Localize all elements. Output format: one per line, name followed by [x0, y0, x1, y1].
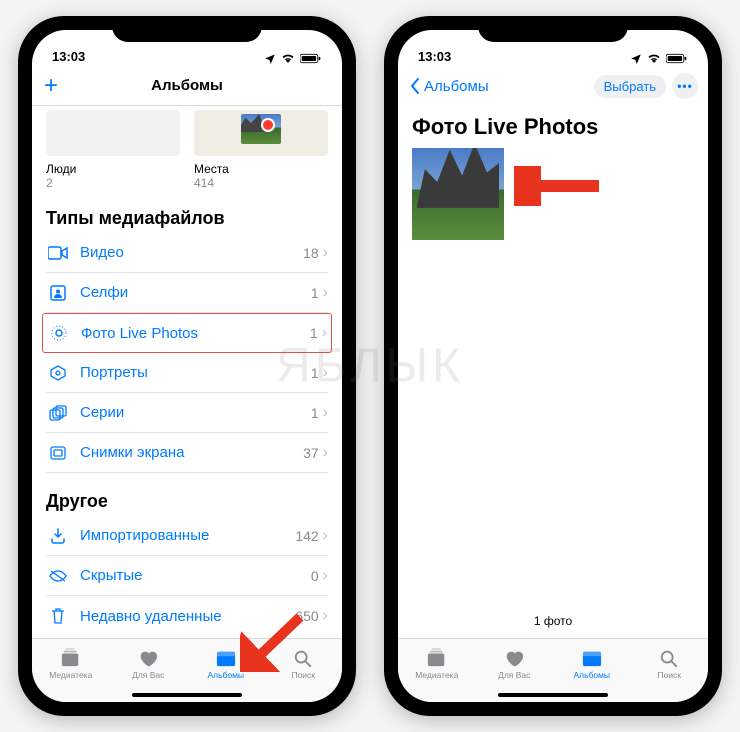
chevron-right-icon: › [323, 527, 328, 545]
photo-thumbnail[interactable] [412, 148, 504, 240]
status-time: 13:03 [418, 49, 451, 64]
chevron-right-icon: › [323, 244, 328, 262]
notch [478, 16, 628, 42]
nav-bar: Альбомы Выбрать ••• [398, 66, 708, 106]
tab-for-you[interactable]: Для Вас [110, 639, 188, 688]
page-title: Альбомы [151, 77, 223, 94]
select-button[interactable]: Выбрать [594, 75, 666, 98]
status-icons [264, 53, 322, 64]
tab-search[interactable]: Поиск [631, 639, 709, 688]
back-button[interactable]: Альбомы [410, 66, 489, 106]
nav-bar: + Альбомы [32, 66, 342, 106]
hidden-icon [46, 569, 70, 583]
status-icons [630, 53, 688, 64]
album-tile-people[interactable]: Люди 2 [46, 110, 180, 190]
search-icon [292, 648, 314, 668]
tab-library[interactable]: Медиатека [32, 639, 110, 688]
album-tile-places[interactable]: Места 414 [194, 110, 328, 190]
phone-right: 13:03 Альбомы Выбрать ••• Фото Live Phot… [384, 16, 722, 716]
row-recently-deleted[interactable]: Недавно удаленные 650 › [46, 596, 328, 636]
people-thumbnail [46, 110, 180, 156]
chevron-right-icon: › [323, 567, 328, 585]
import-icon [46, 528, 70, 544]
tab-library[interactable]: Медиатека [398, 639, 476, 688]
row-hidden[interactable]: Скрытые 0 › [46, 556, 328, 596]
home-indicator [132, 693, 242, 697]
row-bursts[interactable]: Серии 1 › [46, 393, 328, 433]
search-icon [658, 648, 680, 668]
video-icon [46, 246, 70, 260]
home-indicator [498, 693, 608, 697]
row-selfie[interactable]: Селфи 1 › [46, 273, 328, 313]
section-other: Другое [46, 491, 328, 512]
phone-left: 13:03 + Альбомы Люди 2 [18, 16, 356, 716]
section-media-types: Типы медиафайлов [46, 208, 328, 229]
tab-albums[interactable]: Альбомы [553, 639, 631, 688]
page-title: Фото Live Photos [398, 106, 708, 146]
tab-albums[interactable]: Альбомы [187, 639, 265, 688]
chevron-right-icon: › [323, 284, 328, 302]
chevron-right-icon: › [323, 364, 328, 382]
burst-icon [46, 405, 70, 421]
chevron-right-icon: › [322, 324, 327, 342]
more-button[interactable]: ••• [672, 73, 698, 99]
photo-count: 1 фото [398, 614, 708, 628]
row-video[interactable]: Видео 18 › [46, 233, 328, 273]
add-button[interactable]: + [44, 66, 58, 105]
chevron-right-icon: › [323, 404, 328, 422]
tab-for-you[interactable]: Для Вас [476, 639, 554, 688]
library-icon [60, 648, 82, 668]
albums-icon [581, 648, 603, 668]
portrait-icon [46, 365, 70, 381]
trash-icon [46, 608, 70, 624]
chevron-right-icon: › [323, 444, 328, 462]
places-thumbnail [194, 110, 328, 156]
chevron-right-icon: › [323, 607, 328, 625]
selfie-icon [46, 285, 70, 301]
row-screenshots[interactable]: Снимки экрана 37 › [46, 433, 328, 473]
library-icon [426, 648, 448, 668]
live-photos-icon [47, 324, 71, 342]
status-time: 13:03 [52, 49, 85, 64]
row-imported[interactable]: Импортированные 142 › [46, 516, 328, 556]
notch [112, 16, 262, 42]
foryou-icon [137, 648, 159, 668]
tab-search[interactable]: Поиск [265, 639, 343, 688]
screenshot-icon [46, 445, 70, 461]
chevron-left-icon [410, 78, 420, 94]
row-live-photos[interactable]: Фото Live Photos 1 › [42, 313, 332, 353]
ellipsis-icon: ••• [677, 79, 693, 93]
albums-icon [215, 648, 237, 668]
row-portraits[interactable]: Портреты 1 › [46, 353, 328, 393]
foryou-icon [503, 648, 525, 668]
